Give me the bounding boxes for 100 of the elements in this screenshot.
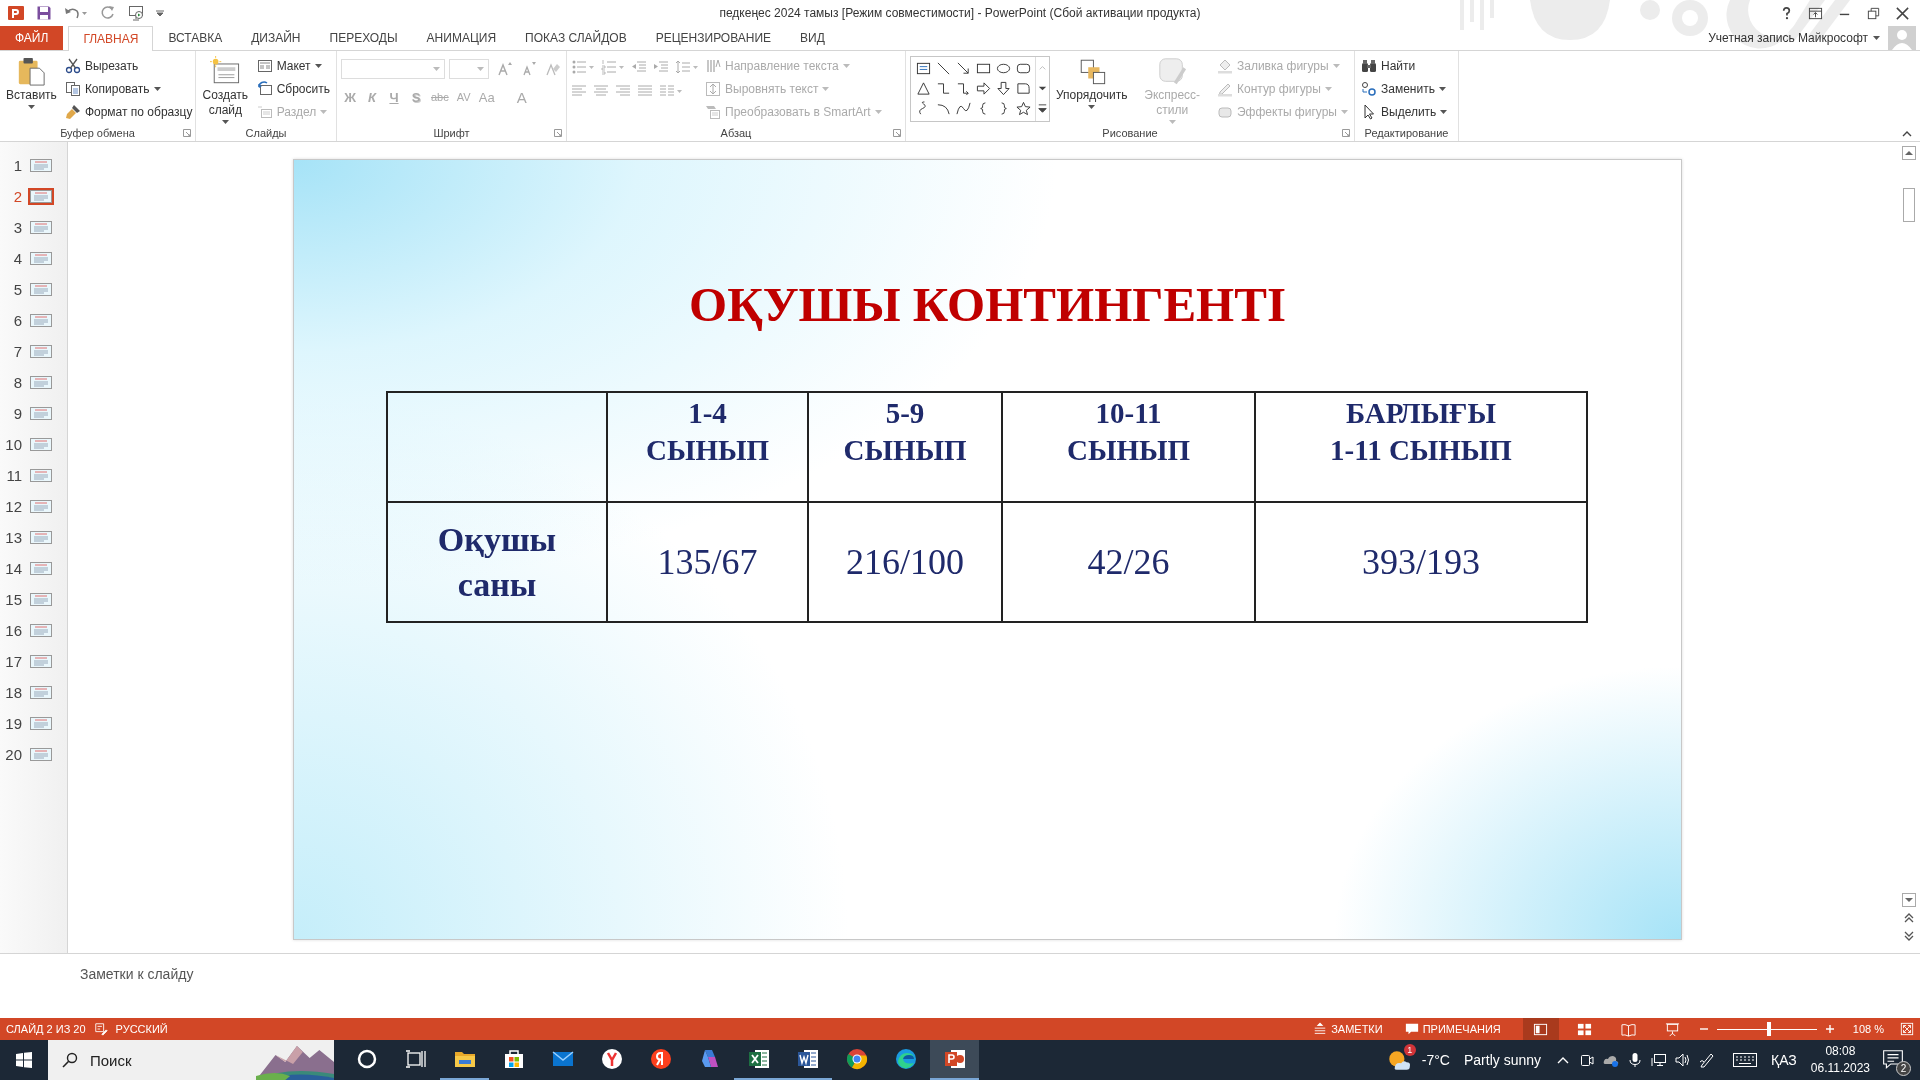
- slide-thumbnail[interactable]: [28, 746, 54, 763]
- keyboard-icon[interactable]: [1733, 1053, 1758, 1067]
- scroll-down-icon[interactable]: [1902, 893, 1916, 907]
- star-shape-icon[interactable]: [1015, 100, 1031, 116]
- customize-caret-icon[interactable]: [156, 9, 164, 17]
- ribbon-tab[interactable]: ВСТАВКА: [154, 26, 237, 50]
- temperature-label[interactable]: -7°C: [1421, 1052, 1450, 1068]
- ribbon-large-button[interactable]: Упорядочить: [1054, 54, 1130, 125]
- clock-date[interactable]: 06.11.2023: [1810, 1060, 1870, 1077]
- rarrow-shape-icon[interactable]: [975, 80, 991, 96]
- ribbon-button[interactable]: Сбросить: [254, 77, 332, 100]
- slide-thumbnail[interactable]: [28, 405, 54, 422]
- ribbon-large-button[interactable]: Создать слайд: [200, 54, 251, 125]
- ribbon-tab[interactable]: ПЕРЕХОДЫ: [315, 26, 412, 50]
- slide-thumbnail[interactable]: [28, 157, 54, 174]
- slide-thumbnail[interactable]: [28, 374, 54, 391]
- line-shape-icon[interactable]: [935, 60, 951, 76]
- ribbon-display-options-icon[interactable]: [1808, 5, 1823, 21]
- ribbon-button[interactable]: Макет: [254, 54, 332, 77]
- slide-thumbnail[interactable]: [28, 281, 54, 298]
- ribbon-button[interactable]: Найти: [1359, 54, 1450, 77]
- redo-icon[interactable]: [100, 5, 116, 21]
- next-slide-icon[interactable]: [1902, 929, 1916, 943]
- ribbon-button[interactable]: Вырезать: [62, 54, 195, 77]
- zoom-in-icon[interactable]: [1824, 1024, 1835, 1034]
- previous-slide-icon[interactable]: [1902, 911, 1916, 925]
- normal-view-button[interactable]: [1522, 1018, 1559, 1040]
- file-tab[interactable]: ФАЙЛ: [0, 26, 64, 50]
- slide-thumbnail[interactable]: [28, 436, 54, 453]
- sorter-view-icon: [1577, 1021, 1593, 1037]
- slide-thumbnail[interactable]: [28, 560, 54, 577]
- ribbon-tab[interactable]: ГЛАВНАЯ: [68, 26, 154, 51]
- undo-icon[interactable]: [64, 5, 88, 21]
- slide-thumbnail[interactable]: [28, 498, 54, 515]
- arrowline-shape-icon[interactable]: [955, 60, 971, 76]
- pen-icon[interactable]: [1699, 1052, 1716, 1068]
- powerpoint-logo-icon[interactable]: [8, 5, 24, 21]
- ribbon-button[interactable]: Копировать: [62, 77, 195, 100]
- scroll-up-icon[interactable]: [1902, 146, 1916, 160]
- elbow-shape-icon[interactable]: [935, 80, 951, 96]
- dialog-launcher-icon[interactable]: [554, 128, 562, 137]
- slide-thumbnail[interactable]: [28, 219, 54, 236]
- search-field[interactable]: Поиск: [48, 1040, 334, 1080]
- volume-icon[interactable]: [1675, 1052, 1692, 1068]
- microphone-icon[interactable]: [1627, 1052, 1644, 1068]
- close-icon[interactable]: [1895, 5, 1910, 21]
- slide-thumbnail[interactable]: [28, 312, 54, 329]
- slide[interactable]: ОҚУШЫ КОНТИНГЕНТІ 1-4 СЫНЫП 5-9 СЫНЫП 10-11 СЫНЫП БАРЛЫҒЫ 1-11 СЫНЫП Оқушы саны 135/67 216/100 42/26 393/193: [293, 159, 1682, 940]
- elbowarrow-shape-icon[interactable]: [955, 80, 971, 96]
- ribbon-large-button[interactable]: Вставить: [4, 54, 59, 125]
- input-language[interactable]: ҚАЗ: [1771, 1052, 1797, 1068]
- restore-icon[interactable]: [1866, 5, 1881, 21]
- powerpoint-taskbar-icon[interactable]: [930, 1040, 979, 1080]
- camera-icon[interactable]: [1579, 1052, 1596, 1068]
- shapes-gallery[interactable]: [910, 56, 1050, 122]
- ribbon-tab[interactable]: АНИМАЦИЯ: [412, 26, 511, 50]
- slide-thumbnail[interactable]: [28, 343, 54, 360]
- save-icon[interactable]: [36, 5, 52, 21]
- notes-field[interactable]: Заметки к слайду: [72, 964, 488, 984]
- slide-thumbnail[interactable]: [28, 653, 54, 670]
- notes-button[interactable]: ЗАМЕТКИ: [1313, 1022, 1383, 1036]
- curve-shape-icon[interactable]: [955, 100, 971, 116]
- dialog-launcher-icon[interactable]: [1342, 128, 1350, 137]
- clock-time[interactable]: 08:08: [1825, 1043, 1856, 1060]
- language-label[interactable]: РУССКИЙ: [115, 1023, 168, 1035]
- dialog-launcher-icon[interactable]: [893, 128, 901, 137]
- comments-button[interactable]: ПРИМЕЧАНИЯ: [1404, 1022, 1501, 1036]
- slide-thumbnail[interactable]: [28, 684, 54, 701]
- collapse-ribbon-icon[interactable]: [1902, 131, 1912, 137]
- slideshow-icon[interactable]: [128, 5, 144, 21]
- account-button[interactable]: Учетная запись Майкрософт: [1708, 26, 1888, 50]
- textbox-shape-icon[interactable]: [915, 60, 931, 76]
- notifications-icon[interactable]: [1882, 1048, 1904, 1070]
- slide-thumbnail[interactable]: [28, 591, 54, 608]
- darrow-shape-icon[interactable]: [995, 80, 1011, 96]
- scrollbar-thumb[interactable]: [1903, 188, 1915, 222]
- fit-to-window-icon[interactable]: [1900, 1022, 1914, 1036]
- dialog-launcher-icon[interactable]: [183, 128, 191, 137]
- network-icon[interactable]: [1651, 1052, 1668, 1068]
- slide-thumbnail[interactable]: [28, 715, 54, 732]
- layout-icon: [256, 57, 273, 74]
- zoom-slider-thumb[interactable]: [1766, 1022, 1771, 1036]
- ribbon-button[interactable]: Выделить: [1359, 100, 1450, 123]
- slide-thumbnail[interactable]: [28, 188, 54, 205]
- ribbon-button[interactable]: Формат по образцу: [62, 100, 195, 123]
- slide-thumbnail[interactable]: [28, 250, 54, 267]
- ribbon-tab[interactable]: ПОКАЗ СЛАЙДОВ: [511, 26, 641, 50]
- weather-condition[interactable]: Partly sunny: [1464, 1052, 1542, 1068]
- proofing-icon[interactable]: [93, 1022, 108, 1036]
- slide-thumbnail[interactable]: [28, 467, 54, 484]
- ribbon-tab[interactable]: ВИД: [786, 26, 839, 50]
- triangle-shape-icon[interactable]: [915, 80, 931, 96]
- font-size-field[interactable]: [449, 59, 489, 79]
- zoom-level[interactable]: 108 %: [1852, 1023, 1884, 1035]
- slide-thumbnail[interactable]: [28, 622, 54, 639]
- ribbon-tab[interactable]: ДИЗАЙН: [237, 26, 315, 50]
- slide-thumbnail[interactable]: [28, 529, 54, 546]
- ribbon-button[interactable]: Заменить: [1359, 77, 1450, 100]
- ribbon-tab[interactable]: РЕЦЕНЗИРОВАНИЕ: [641, 26, 786, 50]
- font-name-field[interactable]: [341, 59, 445, 79]
